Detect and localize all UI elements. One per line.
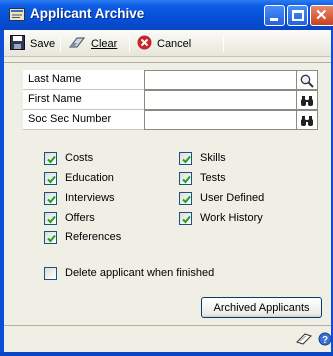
close-icon: ✕ — [315, 7, 328, 24]
work-history-label: Work History — [200, 212, 263, 224]
toolbar-separator — [60, 35, 61, 52]
close-button[interactable]: ✕ — [310, 5, 333, 26]
user-defined-checkbox[interactable]: User Defined — [179, 190, 264, 206]
cancel-button[interactable]: Cancel — [137, 30, 191, 57]
check-icon — [44, 211, 57, 225]
offers-checkbox[interactable]: Offers — [44, 210, 95, 226]
interviews-label: Interviews — [65, 192, 115, 204]
svg-text:?: ? — [322, 335, 328, 346]
check-icon — [44, 171, 57, 185]
divider — [4, 62, 331, 63]
minimize-button[interactable] — [264, 5, 285, 26]
check-icon — [44, 230, 57, 244]
toolbar-separator — [129, 35, 130, 52]
soc-sec-number-label: Soc Sec Number — [23, 110, 144, 130]
help-icon[interactable]: ? — [318, 332, 332, 349]
save-disk-icon — [10, 34, 25, 53]
toolbar-separator — [223, 35, 224, 52]
references-label: References — [65, 231, 122, 243]
window-app-icon — [9, 8, 25, 21]
costs-checkbox[interactable]: Costs — [44, 150, 93, 166]
last-name-input[interactable] — [144, 70, 297, 90]
check-icon — [179, 151, 192, 165]
cancel-label: Cancel — [157, 37, 192, 50]
window-title: Applicant Archive — [30, 6, 145, 21]
first-name-label: First Name — [23, 90, 144, 110]
save-button[interactable]: Save — [10, 30, 55, 57]
first-name-lookup-button[interactable] — [297, 90, 318, 110]
clear-button[interactable]: Clear — [68, 30, 117, 57]
window-frame-bottom — [0, 352, 333, 356]
soc-sec-number-row: Soc Sec Number — [23, 110, 318, 130]
work-history-checkbox[interactable]: Work History — [179, 210, 263, 226]
applicant-archive-window: Applicant Archive ✕ Save Clear Cancel La… — [0, 0, 333, 356]
check-icon — [179, 211, 192, 225]
check-icon — [179, 171, 192, 185]
note-icon[interactable] — [296, 332, 312, 349]
offers-label: Offers — [65, 212, 95, 224]
tests-label: Tests — [200, 172, 226, 184]
title-bar[interactable]: Applicant Archive ✕ — [0, 0, 333, 30]
user-defined-label: User Defined — [200, 192, 265, 204]
first-name-input[interactable] — [144, 90, 297, 110]
last-name-lookup-button[interactable] — [297, 70, 318, 90]
costs-label: Costs — [65, 152, 94, 164]
interviews-checkbox[interactable]: Interviews — [44, 190, 115, 206]
save-label: Save — [30, 37, 56, 50]
cancel-x-icon — [137, 35, 152, 53]
references-checkbox[interactable]: References — [44, 229, 121, 245]
last-name-row: Last Name — [23, 70, 318, 90]
first-name-row: First Name — [23, 90, 318, 110]
maximize-button[interactable] — [287, 5, 308, 26]
tests-checkbox[interactable]: Tests — [179, 170, 226, 186]
window-client-area: Save Clear Cancel Last Name First Name S… — [4, 30, 332, 352]
toolbar: Save Clear Cancel — [4, 30, 331, 57]
soc-sec-number-lookup-button[interactable] — [297, 110, 318, 130]
education-label: Education — [65, 172, 114, 184]
skills-checkbox[interactable]: Skills — [179, 150, 226, 166]
archived-applicants-button[interactable]: Archived Applicants — [201, 297, 322, 318]
clear-eraser-icon — [68, 35, 86, 53]
status-bar: ? — [4, 326, 332, 352]
delete-applicant-label: Delete applicant when finished — [65, 267, 215, 279]
check-icon — [44, 191, 57, 205]
last-name-label: Last Name — [23, 70, 144, 90]
education-checkbox[interactable]: Education — [44, 170, 114, 186]
minimize-icon — [270, 18, 278, 21]
check-icon — [179, 191, 192, 205]
clear-label: Clear — [91, 37, 118, 50]
skills-label: Skills — [200, 152, 226, 164]
soc-sec-number-input[interactable] — [144, 110, 297, 130]
delete-applicant-checkbox[interactable]: Delete applicant when finished — [44, 265, 214, 281]
check-icon — [44, 151, 57, 165]
maximize-icon — [292, 10, 304, 21]
